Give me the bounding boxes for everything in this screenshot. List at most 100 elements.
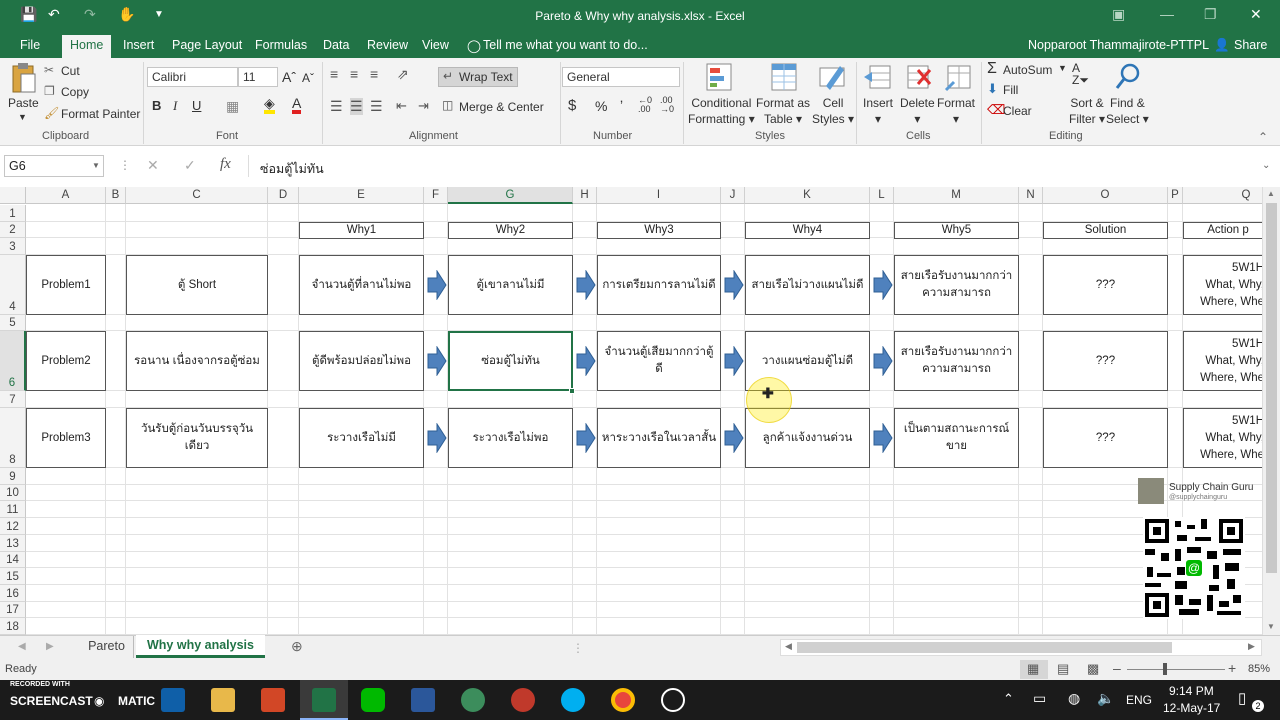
normal-view-icon[interactable]: ▦ [1027,661,1039,677]
italic-icon[interactable]: I [173,98,177,114]
decrease-indent-icon[interactable]: ⇤ [396,98,407,114]
excel-icon[interactable] [312,688,336,712]
action-plan-cell[interactable]: 5W1H What, Why, Where, Whe [1183,331,1262,391]
formula-input[interactable] [248,155,1276,177]
why-cell[interactable]: ซ่อมตู้ไม่ทัน [448,331,573,391]
tab-review[interactable]: Review [367,38,408,52]
why-cell[interactable]: ตู้เขาลานไม่มี [448,255,573,315]
font-size-select[interactable]: 11 [238,67,278,87]
action-plan-cell[interactable]: 5W1H What, Why, Where, Whe [1183,408,1262,468]
clock-date[interactable]: 12-May-17 [1163,701,1220,715]
row-header-6[interactable]: 6 [0,331,26,391]
find-select-button[interactable]: Find & Select ▾ [1106,95,1149,127]
zoom-in-icon[interactable]: + [1228,660,1236,676]
skype-icon[interactable] [561,688,585,712]
language-indicator[interactable]: ENG [1126,693,1152,707]
currency-icon[interactable]: $ [568,97,576,114]
scroll-right-icon[interactable]: ▶ [1248,641,1255,652]
cut-button[interactable]: Cut [61,64,80,78]
comma-icon[interactable]: ʼ [620,98,623,114]
format-as-table-button[interactable]: Format as Table ▾ [756,95,810,127]
header-action-p[interactable]: Action p [1183,222,1262,239]
problem-label[interactable]: Problem1 [26,255,106,315]
tab-home[interactable]: Home [62,35,112,58]
why-cell[interactable]: ระวางเรือไม่พอ [448,408,573,468]
zoom-out-icon[interactable]: – [1113,660,1121,676]
row-header-7[interactable]: 7 [0,391,26,408]
copy-button[interactable]: Copy [61,85,89,99]
sheet-tab-pareto[interactable]: Pareto [80,636,134,658]
page-layout-view-icon[interactable]: ▤ [1057,661,1069,677]
fill-color-icon[interactable]: ◈ [264,96,275,114]
powerpoint-icon[interactable] [261,688,285,712]
column-header-m[interactable]: M [894,187,1019,204]
why-cell[interactable]: ระวางเรือไม่มี [299,408,424,468]
percent-icon[interactable]: % [595,98,607,114]
problem-label[interactable]: Problem2 [26,331,106,391]
column-header-b[interactable]: B [106,187,126,204]
column-header-j[interactable]: J [721,187,745,204]
row-header-12[interactable]: 12 [0,518,26,535]
font-color-icon[interactable]: A [292,96,302,114]
why-cell[interactable]: หาระวางเรือในเวลาสั้น [597,408,721,468]
snipping-tool-icon[interactable] [511,688,535,712]
select-all-corner[interactable] [0,187,26,204]
clock-time[interactable]: 9:14 PM [1169,684,1214,698]
word-icon[interactable] [411,688,435,712]
tab-view[interactable]: View [422,38,449,52]
close-icon[interactable]: ✕ [1250,6,1262,23]
column-header-o[interactable]: O [1043,187,1168,204]
header-why4[interactable]: Why4 [745,222,870,239]
row-header-10[interactable]: 10 [0,485,26,501]
row-header-14[interactable]: 14 [0,552,26,568]
minimize-icon[interactable]: — [1160,6,1174,22]
orientation-icon[interactable]: ⇗ [397,66,409,83]
header-why5[interactable]: Why5 [894,222,1019,239]
wifi-icon[interactable]: ◍ [1068,690,1080,707]
row-header-5[interactable]: 5 [0,315,26,331]
why-cell[interactable]: เป็นตามสถานะการณ์ขาย [894,408,1019,468]
horizontal-scroll-thumb[interactable] [797,642,1172,653]
name-box-dropdown-icon[interactable]: ▼ [92,161,100,170]
column-header-i[interactable]: I [597,187,721,204]
solution-cell[interactable]: ??? [1043,255,1168,315]
user-name[interactable]: Nopparoot Thammajirote-PTTPL [1028,38,1209,52]
problem-cause[interactable]: ตู้ Short [126,255,268,315]
sort-filter-button[interactable]: Sort & Filter ▾ [1069,95,1105,127]
align-top-icon[interactable]: ≡ [330,66,338,82]
clear-button[interactable]: Clear [1003,104,1032,118]
why-cell[interactable]: สายเรือไม่วางแผนไม่ดี [745,255,870,315]
tabs-splitter-icon[interactable]: ⋮ [572,641,584,655]
worksheet-grid[interactable]: ABCDEFGHIJKLMNOPQ 1 2 3 4 5 6 7 8 9 10 11 12 13 14 15 1… [0,187,1262,635]
decrease-decimal-icon[interactable]: .00 →0 [660,96,674,114]
cancel-entry-icon[interactable]: ✕ [147,157,159,174]
autosum-button[interactable]: AutoSum [1003,63,1052,77]
maximize-icon[interactable]: ❐ [1204,6,1217,23]
problem-label[interactable]: Problem3 [26,408,106,468]
header-solution[interactable]: Solution [1043,222,1168,239]
tab-page-layout[interactable]: Page Layout [172,38,242,52]
row-header-17[interactable]: 17 [0,602,26,618]
solution-cell[interactable]: ??? [1043,331,1168,391]
zoom-slider-thumb[interactable] [1163,663,1167,675]
tab-insert[interactable]: Insert [123,38,154,52]
column-header-e[interactable]: E [299,187,424,204]
why-cell[interactable]: สายเรือรับงานมากกว่าความสามารถ [894,255,1019,315]
column-header-h[interactable]: H [573,187,597,204]
header-why1[interactable]: Why1 [299,222,424,239]
tab-data[interactable]: Data [323,38,349,52]
column-header-g[interactable]: G [448,187,573,204]
problem-cause[interactable]: วันรับตู้ก่อนวันบรรจุวันเดียว [126,408,268,468]
row-header-3[interactable]: 3 [0,238,26,255]
conditional-formatting-button[interactable]: Conditional Formatting ▾ [688,95,755,127]
insert-cells-button[interactable]: Insert ▾ [863,95,893,127]
row-header-15[interactable]: 15 [0,568,26,585]
fill-handle[interactable] [569,388,575,394]
new-sheet-icon[interactable]: ⊕ [291,638,303,655]
align-center-icon[interactable]: ☰ [350,98,363,115]
grow-font-icon[interactable]: Aˆ [282,69,296,85]
increase-decimal-icon[interactable]: ←0.00 [638,96,652,114]
column-header-f[interactable]: F [424,187,448,204]
battery-icon[interactable]: ▭ [1033,690,1046,707]
row-header-8[interactable]: 8 [0,408,26,468]
